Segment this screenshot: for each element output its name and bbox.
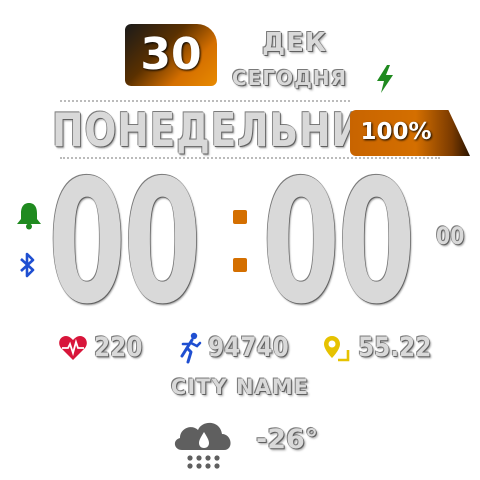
distance-value: 55.22 xyxy=(358,332,432,363)
bolt-icon xyxy=(377,65,393,93)
hours-display: 00 xyxy=(48,144,201,342)
bell-icon[interactable] xyxy=(14,200,44,230)
divider-top xyxy=(60,100,350,102)
heart-rate-icon[interactable] xyxy=(58,334,88,362)
month-label: ДЕК xyxy=(262,28,328,58)
heart-rate-value: 220 xyxy=(94,332,143,363)
minutes-display: 00 xyxy=(262,144,415,342)
location-icon[interactable] xyxy=(322,334,350,362)
steps-value: 94740 xyxy=(208,332,289,363)
rain-cloud-icon[interactable] xyxy=(168,414,240,472)
bluetooth-icon[interactable] xyxy=(16,252,38,278)
seconds-display: 00 xyxy=(436,222,465,250)
date-day: 30 xyxy=(140,29,202,80)
temperature-value: -26° xyxy=(256,424,319,455)
colon-dot-top xyxy=(233,210,247,224)
running-icon[interactable] xyxy=(178,332,202,364)
today-label: СЕГОДНЯ xyxy=(232,66,348,90)
city-name: CITY NAME xyxy=(170,375,310,399)
colon-dot-bottom xyxy=(233,258,247,272)
